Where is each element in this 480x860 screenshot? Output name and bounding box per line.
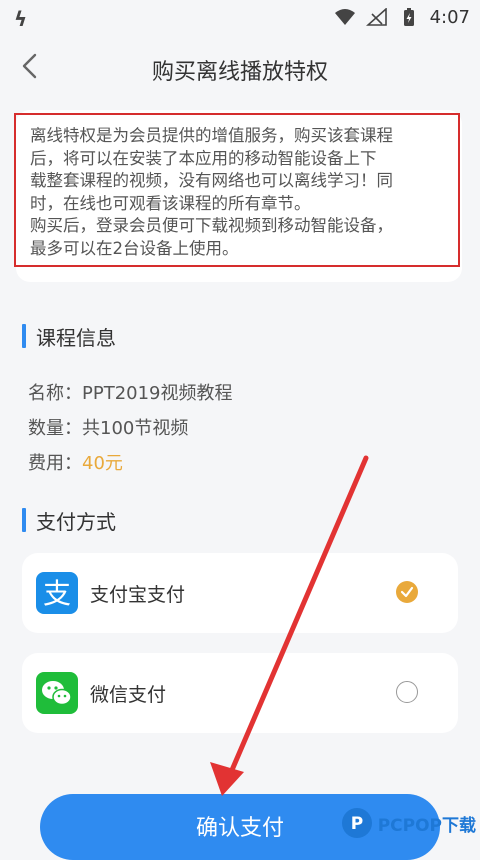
course-fee-value: 40元 [82,453,123,474]
notice-text: 离线特权是为会员提供的增值服务，购买该套课程 后，将可以在安装了本应用的移动智能… [14,113,460,267]
course-fee-row: 费用：40元 [28,449,123,475]
watermark-text: PCPOP下载 [377,815,476,836]
notice-line: 时，在线也可观看该课程的所有章节。 [30,193,311,213]
alipay-label: 支付宝支付 [90,584,186,606]
alipay-icon: 支 [36,572,78,614]
course-count-label: 数量： [28,418,82,439]
svg-text:支: 支 [43,577,71,610]
pcpop-logo-icon: P [341,808,372,838]
app-header: 购买离线播放特权 [0,34,480,100]
page-title: 购买离线播放特权 [151,60,328,85]
section-accent-bar [22,508,26,532]
course-name-value: PPT2019视频教程 [82,383,233,404]
wifi-icon [334,8,356,26]
battery-charging-icon [398,8,420,26]
notice-line: 后，将可以在安装了本应用的移动智能设备上下 [30,148,377,168]
course-count-value: 共100节视频 [82,418,189,439]
alipay-radio-checked[interactable] [396,581,418,603]
section-accent-bar [22,324,26,348]
status-time: 4:07 [429,6,470,28]
wechat-label: 微信支付 [90,684,167,706]
wechat-icon [36,672,78,714]
status-icons: 4:07 [334,6,470,28]
course-section-label: 课程信息 [36,325,116,350]
notice-line: 最多可以在2台设备上使用。 [30,238,239,258]
svg-text:P: P [350,814,362,834]
bolt-logo-icon: ϟ [14,7,28,31]
status-bar: ϟ 4:07 [0,0,480,34]
payment-section-title: 支付方式 [22,507,116,534]
notice-line: 购买后，登录会员便可下载视频到移动智能设备， [30,216,393,235]
signal-icon [365,7,388,26]
course-name-row: 名称：PPT2019视频教程 [28,379,233,405]
wechat-option[interactable]: 微信支付 [22,653,458,733]
course-section-title: 课程信息 [22,323,116,350]
wechat-radio[interactable] [396,681,418,703]
notice-line: 载整套课程的视频，没有网络也可以离线学习！同 [30,171,393,190]
course-name-label: 名称： [28,383,82,404]
course-count-row: 数量：共100节视频 [28,414,188,440]
notice-line: 离线特权是为会员提供的增值服务，购买该套课程 [30,126,393,145]
course-fee-label: 费用： [28,453,82,474]
watermark: P PCPOP下载 [341,808,476,838]
payment-section-label: 支付方式 [36,509,116,534]
alipay-option[interactable]: 支 支付宝支付 [22,553,458,633]
